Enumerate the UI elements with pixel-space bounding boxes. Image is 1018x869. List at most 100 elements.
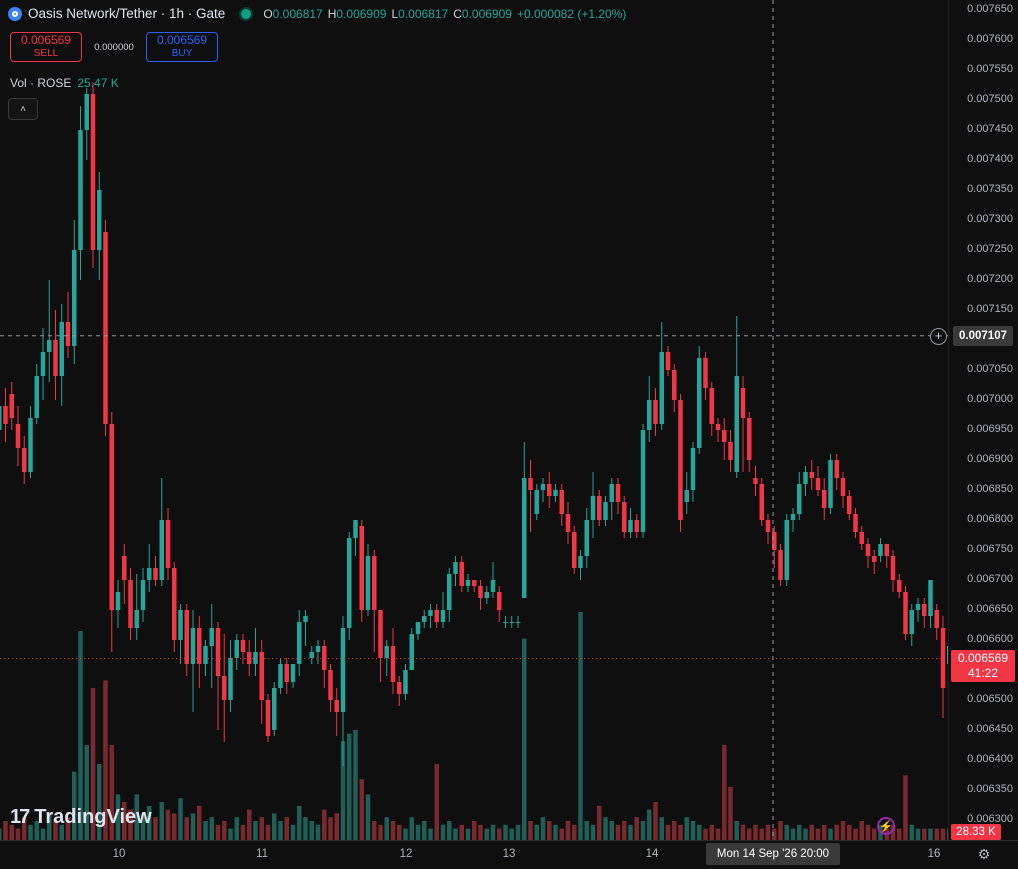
volume-bar — [303, 817, 308, 840]
candle-up — [422, 616, 427, 622]
volume-bar — [215, 824, 221, 840]
volume-bar — [0, 828, 2, 840]
price-tick-label: 0.007550 — [967, 63, 1013, 75]
market-status-icon[interactable] — [239, 6, 254, 21]
candle-down — [709, 388, 714, 424]
candle-down — [859, 532, 864, 544]
candle-down — [215, 628, 221, 676]
oasis-coin-icon — [8, 6, 22, 21]
candle-down — [328, 670, 333, 700]
last-price-label: 0.006569 41:22 — [951, 650, 1015, 682]
candle-up — [272, 688, 277, 730]
volume-legend[interactable]: Vol · ROSE 25.47 K — [10, 76, 119, 90]
candle-down — [753, 478, 758, 484]
candlestick-chart[interactable] — [0, 0, 948, 840]
buy-button[interactable]: 0.006569 BUY — [146, 32, 218, 62]
volume-bar — [222, 821, 227, 840]
candle-down — [934, 610, 939, 628]
volume-bar — [465, 828, 471, 840]
volume-bar — [290, 824, 296, 840]
candle-up — [697, 358, 702, 448]
crosshair-price-label: 0.007107 — [953, 326, 1013, 346]
volume-bar — [459, 824, 464, 840]
candle-down — [759, 484, 764, 520]
volume-bar — [928, 828, 933, 840]
add-alert-plus-icon[interactable]: + — [930, 328, 947, 345]
candle-up — [415, 622, 421, 634]
candle-up — [309, 652, 314, 658]
time-tick-label: 11 — [256, 848, 268, 860]
volume-bar — [872, 828, 877, 840]
volume-bar — [584, 821, 589, 840]
volume-bar — [390, 821, 396, 840]
tradingview-logo[interactable]: 17 TradingView — [10, 806, 152, 829]
settings-gear-icon[interactable]: ⚙ — [976, 846, 992, 862]
candle-up — [603, 502, 608, 520]
volume-bar — [528, 821, 533, 840]
volume-bar — [597, 805, 602, 840]
candle-down — [109, 424, 114, 610]
candle-up — [453, 562, 458, 574]
candle-down — [622, 502, 627, 532]
price-tick-label: 0.006350 — [967, 783, 1013, 795]
candle-up — [584, 520, 589, 556]
candle-up — [490, 580, 496, 592]
candle-down — [922, 604, 927, 616]
lightning-icon[interactable]: ⚡ — [877, 817, 895, 835]
volume-bar — [509, 828, 514, 840]
volume-bar — [765, 824, 771, 840]
volume-label: Vol · ROSE — [10, 76, 72, 90]
chart-pane[interactable]: Oasis Network/Tether · 1h · Gate O0.0068… — [0, 0, 948, 840]
volume-bar — [840, 821, 846, 840]
price-tick-label: 0.006750 — [967, 543, 1013, 555]
volume-bar — [759, 828, 764, 840]
candle-up — [59, 322, 64, 376]
volume-bar — [865, 824, 871, 840]
candle-down — [765, 520, 771, 532]
candle-down — [22, 448, 27, 472]
sell-button[interactable]: 0.006569 SELL — [10, 32, 82, 62]
volume-bar — [190, 813, 196, 840]
candle-down — [653, 400, 658, 424]
volume-bar — [278, 821, 283, 840]
symbol-title[interactable]: Oasis Network/Tether · 1h · Gate — [28, 6, 225, 21]
price-axis[interactable]: 0.007650 0.007600 0.007550 0.007500 0.007450… — [948, 0, 1018, 840]
candle-down — [903, 592, 908, 634]
price-tick-label: 0.007250 — [967, 243, 1013, 255]
candle-up — [253, 652, 258, 664]
volume-bar — [915, 828, 921, 840]
volume-bar — [253, 821, 258, 840]
candle-up — [784, 520, 789, 580]
candle-down — [615, 484, 621, 502]
candle-down — [865, 544, 871, 556]
collapse-legend-button[interactable]: ˄ — [8, 98, 38, 120]
price-tick-label: 0.007150 — [967, 303, 1013, 315]
volume-bar — [609, 821, 614, 840]
candle-up — [690, 448, 696, 490]
price-tick-label: 0.006650 — [967, 603, 1013, 615]
candle-up — [734, 376, 739, 472]
candle-down — [259, 652, 264, 700]
volume-bar — [478, 824, 483, 840]
volume-last-label: 28.33 K — [951, 824, 1001, 840]
volume-bar — [472, 821, 477, 840]
volume-bar — [553, 824, 558, 840]
price-tick-label: 0.006850 — [967, 483, 1013, 495]
price-tick-label: 0.006900 — [967, 453, 1013, 465]
price-tick-label: 0.007400 — [967, 153, 1013, 165]
volume-bar — [40, 828, 46, 840]
candle-down — [378, 610, 383, 658]
candle-up — [440, 610, 446, 622]
volume-bar — [347, 733, 352, 840]
volume-bar — [847, 824, 852, 840]
volume-bar — [397, 824, 402, 840]
volume-bar — [578, 612, 583, 840]
volume-bar — [353, 729, 358, 840]
volume-bar — [422, 821, 427, 840]
volume-bar — [684, 817, 689, 840]
chevron-up-icon: ˄ — [20, 103, 26, 115]
candle-down — [153, 568, 158, 580]
candle-up — [522, 478, 527, 598]
volume-bar — [453, 828, 458, 840]
candle-down — [459, 562, 464, 586]
